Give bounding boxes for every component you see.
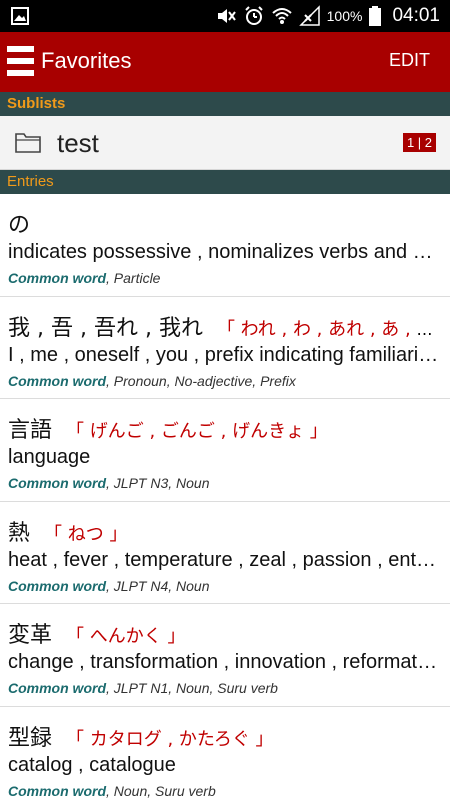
mute-icon xyxy=(217,9,236,23)
entry-pos: , JLPT N1, Noun, Suru verb xyxy=(106,680,278,696)
entry-tags: Common word, Pronoun, No-adjective, Pref… xyxy=(8,373,296,389)
entry-kanji: 型録 xyxy=(8,725,53,751)
list-item[interactable]: 熱「 ねつ 」 heat , fever , temperature , zea… xyxy=(0,502,450,604)
gallery-notification-icon xyxy=(11,7,29,25)
entry-reading: 「 カタログ , かたろぐ 」 xyxy=(66,728,274,750)
common-word-tag: Common word xyxy=(8,270,106,286)
battery-percent: 100% xyxy=(326,8,363,24)
entry-tags: Common word, JLPT N3, Noun xyxy=(8,475,210,491)
page-title: Favorites xyxy=(41,48,132,73)
list-item[interactable]: 変革「 へんかく 」 change , transformation , inn… xyxy=(0,604,450,707)
edit-button[interactable]: EDIT xyxy=(389,50,430,71)
common-word-tag: Common word xyxy=(8,680,106,696)
entry-heading: 我 , 吾 , 吾れ , 我れ「 われ , わ , あれ , あ , わぬ , … xyxy=(8,310,438,342)
status-bar: 100% 04:01 xyxy=(0,0,450,32)
sublists-header: Sublists xyxy=(0,92,450,116)
entry-kanji: 変革 xyxy=(8,623,53,648)
entry-kanji: 言語 xyxy=(8,418,53,443)
entry-reading: 「 へんかく 」 xyxy=(66,626,186,647)
entry-heading: 型録「 カタログ , かたろぐ 」 xyxy=(8,720,438,752)
entry-kanji: の xyxy=(8,213,31,238)
list-item[interactable]: 我 , 吾 , 吾れ , 我れ「 われ , わ , あれ , あ , わぬ , … xyxy=(0,297,450,399)
entry-tags: Common word, JLPT N1, Noun, Suru verb xyxy=(8,680,278,696)
common-word-tag: Common word xyxy=(8,475,106,491)
signal-icon xyxy=(298,5,320,26)
menu-icon[interactable] xyxy=(7,46,34,76)
entry-heading: 熱「 ねつ 」 xyxy=(8,515,438,547)
common-word-tag: Common word xyxy=(8,372,106,389)
entry-pos: , JLPT N3, Noun xyxy=(106,475,210,491)
clock: 04:01 xyxy=(392,5,440,26)
entry-meaning: indicates possessive , nominalizes verbs… xyxy=(8,241,440,263)
sublist-name: test xyxy=(57,128,99,158)
entry-tags: Common word, Particle xyxy=(8,270,160,286)
entries-header: Entries xyxy=(0,170,450,194)
battery-icon xyxy=(369,6,382,26)
wifi-icon xyxy=(271,8,292,24)
entry-heading: 言語「 げんご , ごんご , げんきょ 」 xyxy=(8,412,438,444)
entry-tags: Common word, Noun, Suru verb xyxy=(8,783,216,799)
entry-heading: 変革「 へんかく 」 xyxy=(8,617,438,649)
entry-meaning: I , me , oneself , you , prefix indicati… xyxy=(8,343,440,366)
entry-meaning: heat , fever , temperature , zeal , pass… xyxy=(8,548,440,571)
list-item[interactable]: の indicates possessive , nominalizes ver… xyxy=(0,194,450,297)
entry-meaning: language xyxy=(8,446,91,468)
entry-reading: 「 げんご , ごんご , げんきょ 」 xyxy=(66,421,328,442)
entry-meaning: change , transformation , innovation , r… xyxy=(8,651,440,673)
sublist-item[interactable]: test 1 | 2 xyxy=(0,116,450,170)
common-word-tag: Common word xyxy=(8,577,106,594)
entry-kanji: 熱 xyxy=(8,520,31,546)
entry-reading: 「 われ , わ , あれ , あ , わぬ , わろ 」 xyxy=(216,318,438,340)
common-word-tag: Common word xyxy=(8,782,106,799)
entries-list: の indicates possessive , nominalizes ver… xyxy=(0,194,450,800)
status-icons: 100% 04:01 xyxy=(215,0,440,32)
entry-heading: の xyxy=(8,207,438,239)
entry-pos: , Particle xyxy=(106,270,161,286)
app-bar: Favorites EDIT xyxy=(0,32,450,92)
alarm-icon xyxy=(244,6,263,25)
entry-tags: Common word, JLPT N4, Noun xyxy=(8,578,210,594)
entry-reading: 「 ねつ 」 xyxy=(44,523,128,545)
sublist-count-badge: 1 | 2 xyxy=(402,133,436,152)
entry-pos: , JLPT N4, Noun xyxy=(106,577,210,594)
folder-icon xyxy=(15,133,41,153)
entry-pos: , Pronoun, No-adjective, Prefix xyxy=(106,372,296,389)
list-item[interactable]: 言語「 げんご , ごんご , げんきょ 」 language Common w… xyxy=(0,399,450,502)
entry-meaning: catalog , catalogue xyxy=(8,753,176,776)
list-item[interactable]: 型録「 カタログ , かたろぐ 」 catalog , catalogue Co… xyxy=(0,707,450,800)
entry-kanji: 我 , 吾 , 吾れ , 我れ xyxy=(8,315,203,341)
entry-pos: , Noun, Suru verb xyxy=(106,782,216,799)
